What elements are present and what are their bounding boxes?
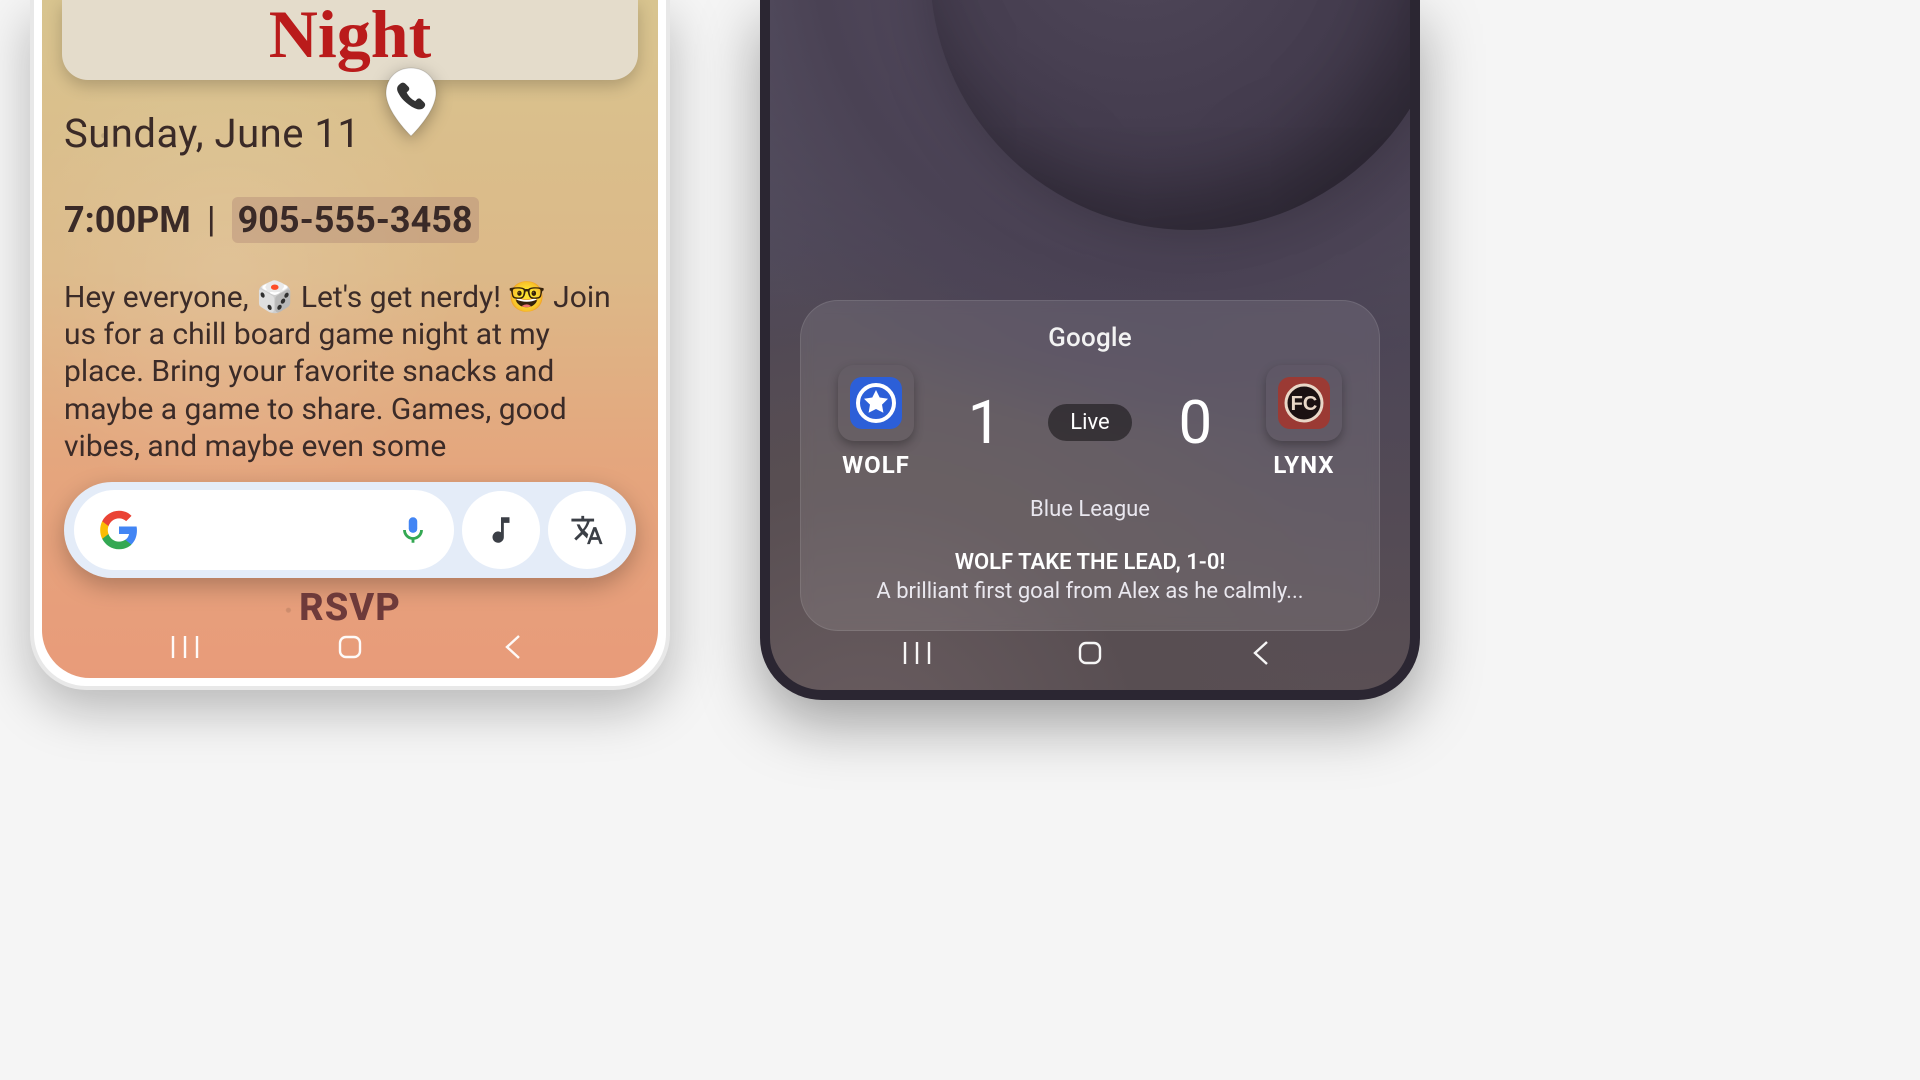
nav-home-button[interactable] — [1072, 638, 1108, 668]
star-shield-icon — [848, 375, 904, 431]
android-navbar — [42, 632, 658, 662]
invite-body: Sunday, June 11 7:00PM | 905-555-3458 He… — [42, 80, 658, 465]
score-headline: WOLF TAKE THE LEAD, 1-0! — [831, 550, 1349, 575]
svg-text:FC: FC — [1291, 393, 1318, 415]
music-search-button[interactable] — [462, 491, 540, 569]
phone-left-screen: Night Sunday, June 11 7:00PM | 905-555-3… — [42, 0, 658, 678]
team-a: WOLF — [831, 365, 921, 479]
phone-right-frame: Google WOLF 1 Live 0 — [760, 0, 1420, 700]
nav-recents-button[interactable] — [899, 638, 935, 668]
wallpaper-orb — [930, 0, 1410, 230]
music-note-icon — [484, 513, 518, 547]
rsvp-label[interactable]: RSVP — [42, 586, 658, 630]
score-subline: A brilliant first goal from Alex as he c… — [831, 579, 1349, 604]
google-search-field[interactable] — [74, 490, 454, 570]
event-poster-title: Night — [269, 0, 431, 74]
google-brand-label: Google — [831, 323, 1349, 353]
phone-right-screen: Google WOLF 1 Live 0 — [770, 0, 1410, 690]
invite-separator: | — [207, 199, 216, 241]
sports-score-card[interactable]: Google WOLF 1 Live 0 — [800, 300, 1380, 631]
google-search-pill — [64, 482, 636, 578]
team-b: FC LYNX — [1259, 365, 1349, 479]
nav-back-button[interactable] — [497, 632, 533, 662]
phone-left-frame: Night Sunday, June 11 7:00PM | 905-555-3… — [30, 0, 670, 690]
score-center: Live — [1048, 404, 1131, 441]
team-a-abbr: WOLF — [842, 451, 910, 479]
nav-home-button[interactable] — [332, 632, 368, 662]
invite-phone-number[interactable]: 905-555-3458 — [232, 197, 479, 243]
invite-time-row: 7:00PM | 905-555-3458 — [64, 197, 636, 243]
team-b-badge: FC — [1266, 365, 1342, 441]
team-a-badge — [838, 365, 914, 441]
fc-badge-icon: FC — [1276, 375, 1332, 431]
invite-time: 7:00PM — [64, 199, 191, 241]
team-b-score: 0 — [1165, 387, 1225, 458]
translate-button[interactable] — [548, 491, 626, 569]
nav-back-button[interactable] — [1245, 638, 1281, 668]
android-navbar — [770, 638, 1410, 668]
league-label: Blue League — [831, 497, 1349, 522]
translate-icon — [570, 513, 604, 547]
invite-description: Hey everyone, 🎲 Let's get nerdy! 🤓 Join … — [64, 279, 636, 465]
mic-icon[interactable] — [396, 513, 430, 547]
invite-date: Sunday, June 11 — [64, 110, 636, 157]
team-b-abbr: LYNX — [1273, 451, 1334, 479]
live-status-pill: Live — [1048, 404, 1131, 441]
phone-call-pin-icon[interactable] — [382, 66, 440, 138]
team-a-score: 1 — [955, 387, 1015, 458]
google-g-icon — [98, 509, 140, 551]
nav-recents-button[interactable] — [167, 632, 203, 662]
score-row: WOLF 1 Live 0 FC — [831, 365, 1349, 479]
